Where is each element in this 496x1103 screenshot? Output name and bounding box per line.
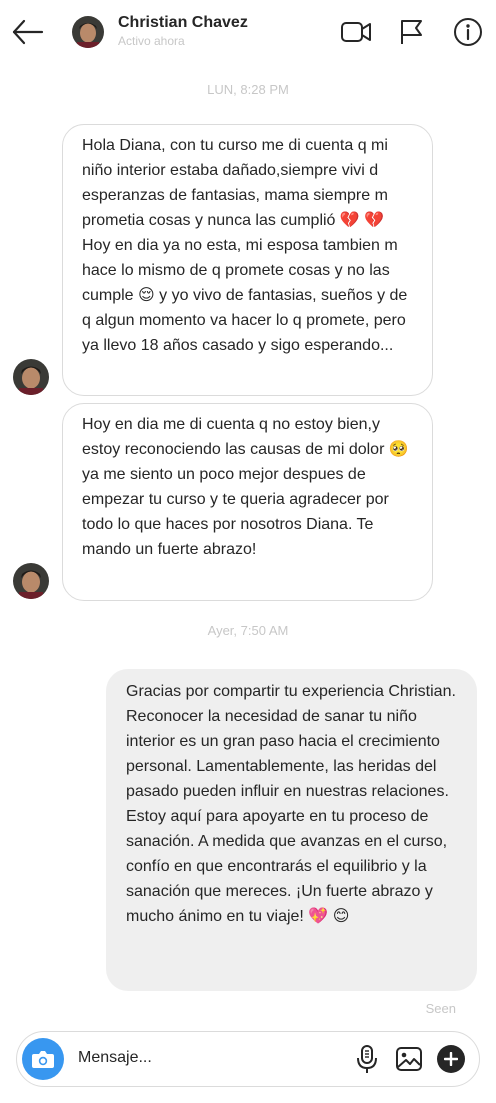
back-arrow-icon [12,19,44,45]
relieved-face-emoji: 😌 [138,287,155,304]
contact-name[interactable]: Christian Chavez [118,14,248,32]
timestamp: LUN, 8:28 PM [207,82,289,97]
smiling-face-emoji: 😊 [332,908,350,925]
broken-heart-emoji: 💔 [364,212,385,229]
contact-status: Activo ahora [118,34,185,48]
sender-avatar[interactable] [13,563,49,599]
message-composer: Mensaje... [16,1031,480,1087]
message-input[interactable]: Mensaje... [78,1049,152,1067]
microphone-icon [357,1045,377,1073]
avatar[interactable] [72,16,104,48]
camera-icon [32,1051,54,1068]
sparkling-heart-emoji: 💖 [308,908,329,925]
message-text: ya me siento un poco mejor despues de em… [82,466,389,558]
pleading-face-emoji: 🥺 [388,441,409,458]
message-text: Hoy en dia me di cuenta q no estoy bien,… [82,416,385,458]
plus-button[interactable] [437,1045,465,1073]
message-text: Gracias por compartir tu experiencia Chr… [126,683,456,925]
message-bubble-received[interactable]: Hoy en dia me di cuenta q no estoy bien,… [62,403,433,601]
flag-icon [401,20,422,44]
info-button[interactable] [452,16,484,48]
timestamp: Ayer, 7:50 AM [207,623,289,638]
flag-button[interactable] [395,16,427,48]
avatar-image [13,563,49,599]
message-bubble-sent[interactable]: Gracias por compartir tu experiencia Chr… [106,669,477,991]
back-button[interactable] [10,16,46,48]
avatar-image [72,16,104,48]
video-call-button[interactable] [340,16,372,48]
video-call-icon [341,22,371,42]
camera-button[interactable] [22,1038,64,1080]
image-icon [396,1047,422,1071]
microphone-button[interactable] [353,1044,381,1074]
image-button[interactable] [395,1045,423,1073]
plus-icon [444,1052,458,1066]
broken-heart-emoji: 💔 [339,212,360,229]
avatar-image [13,359,49,395]
sender-avatar[interactable] [13,359,49,395]
message-bubble-received[interactable]: Hola Diana, con tu curso me di cuenta q … [62,124,433,396]
chat-header: Christian Chavez Activo ahora [0,0,496,64]
seen-receipt: Seen [425,1001,456,1016]
info-icon [454,18,482,46]
